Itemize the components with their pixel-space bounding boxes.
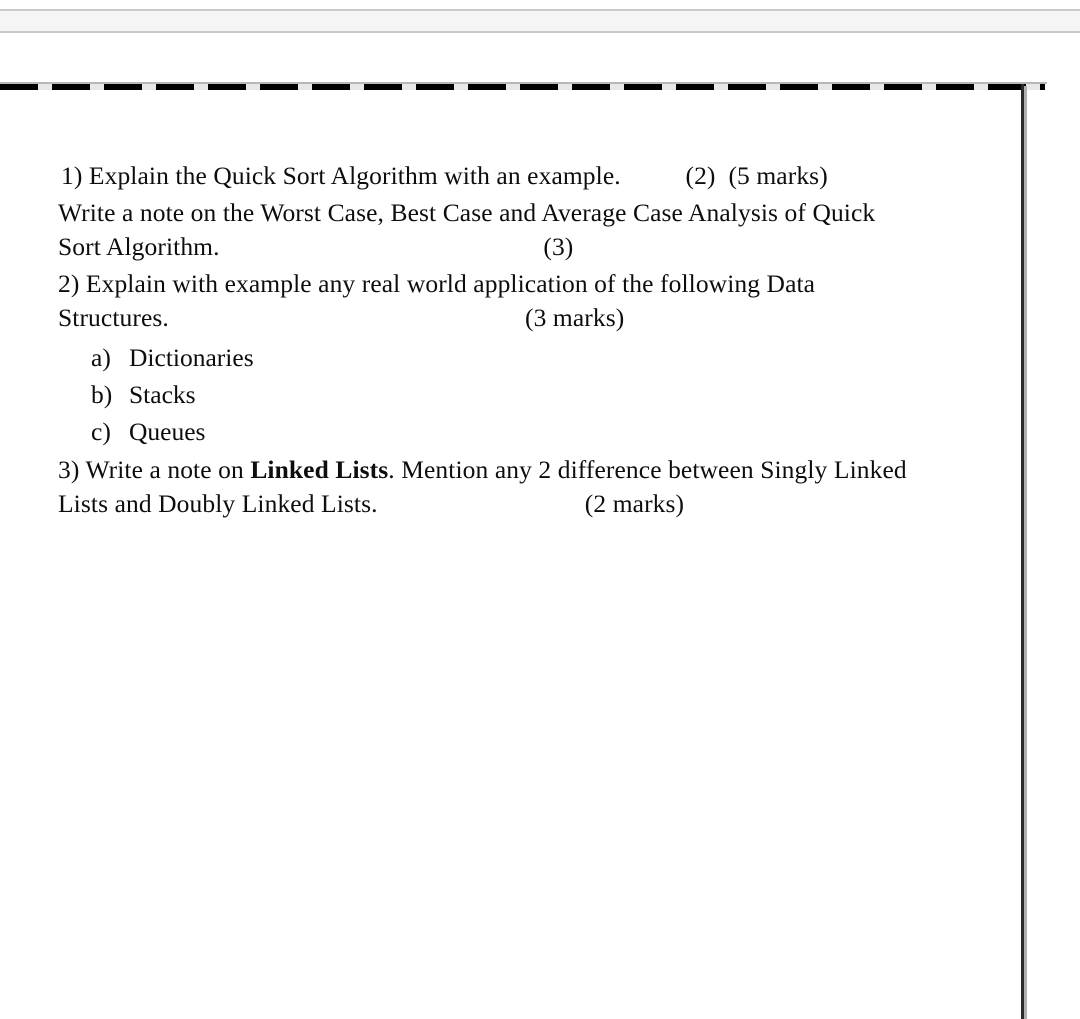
question-3-bold-term: Linked Lists	[250, 455, 389, 484]
question-3-line-2: Lists and Doubly Linked Lists. (2 marks)	[58, 489, 685, 518]
question-2-line-2: Structures. (3 marks)	[58, 303, 625, 332]
question-3-text-before-bold: 3) Write a note on	[58, 455, 251, 484]
question-1-line-2: Write a note on the Worst Case, Best Cas…	[58, 198, 876, 227]
page-right-border-shadow	[1024, 86, 1027, 1019]
list-item-marker: a)	[91, 343, 111, 372]
document-body-text: 1) Explain the Quick Sort Algorithm with…	[58, 159, 1023, 521]
page-top-dashed-border	[0, 84, 1045, 90]
document-page: 1) Explain the Quick Sort Algorithm with…	[0, 82, 1052, 1019]
list-item-label: Stacks	[129, 380, 196, 409]
list-item: c) Queues	[58, 413, 1023, 450]
list-item: a) Dictionaries	[58, 339, 1023, 376]
question-3-line-1: 3) Write a note on Linked Lists. Mention…	[58, 453, 1023, 487]
list-item-label: Queues	[129, 417, 206, 446]
list-item: b) Stacks	[58, 376, 1023, 413]
question-2-sub-list: a) Dictionaries b) Stacks c) Queues	[58, 339, 1023, 450]
question-2-line-1: 2) Explain with example any real world a…	[58, 269, 816, 298]
top-toolbar-strip[interactable]	[0, 9, 1080, 33]
question-3-text-after-bold: . Mention any 2 difference between Singl…	[388, 455, 907, 484]
list-item-marker: b)	[91, 380, 113, 409]
question-1-line-1: 1) Explain the Quick Sort Algorithm with…	[61, 161, 828, 190]
question-1-line-3: Sort Algorithm. (3)	[58, 232, 574, 261]
list-item-marker: c)	[91, 417, 111, 446]
list-item-label: Dictionaries	[129, 343, 254, 372]
